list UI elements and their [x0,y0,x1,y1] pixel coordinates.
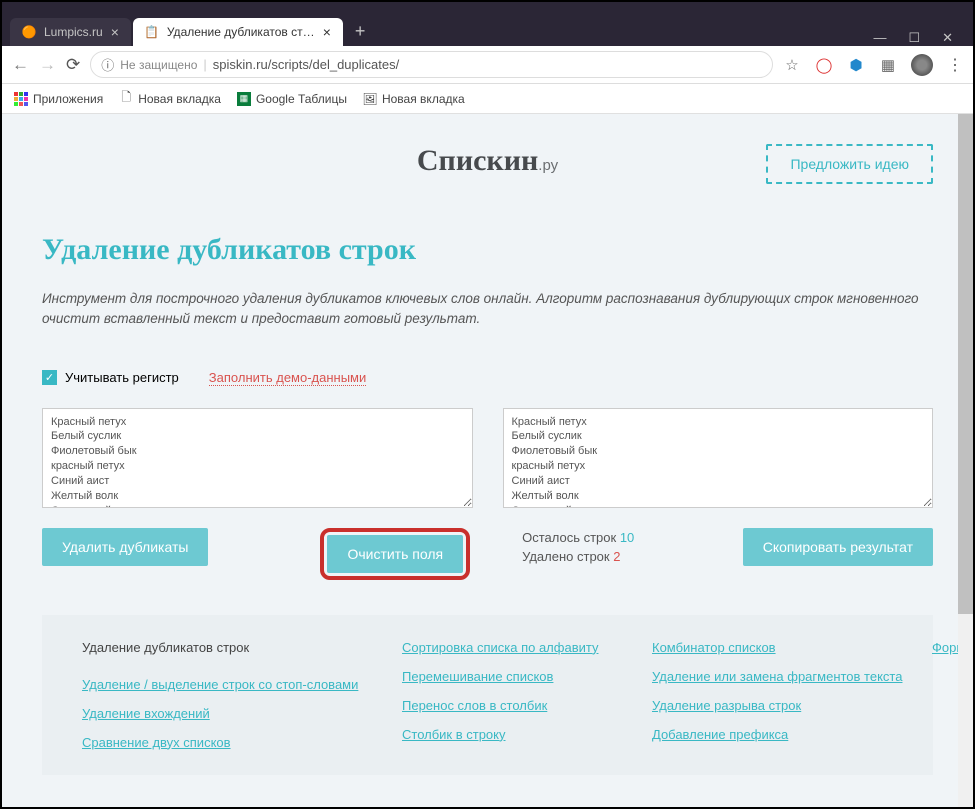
profile-avatar[interactable] [911,54,933,76]
tab-title: Удаление дубликатов строк - уд [167,25,315,39]
page-content: Спискин.ру Предложить идею Удаление дубл… [2,114,973,807]
bookmark-newtab-1[interactable]: 🗋 Новая вкладка [119,92,221,106]
footer-link[interactable]: Комбинатор списков [652,640,912,655]
case-label: Учитывать регистр [65,370,179,385]
star-icon[interactable]: ☆ [783,56,801,74]
demo-data-link[interactable]: Заполнить демо-данными [209,370,366,386]
bookmarks-bar: Приложения 🗋 Новая вкладка ▦ Google Табл… [2,84,973,114]
options-row: ✓ Учитывать регистр Заполнить демо-данны… [42,370,933,386]
buttons-row: Удалить дубликаты Очистить поля Осталось… [42,528,933,580]
minimize-icon[interactable]: — [873,30,886,46]
footer-link[interactable]: Удаление или замена фрагментов текста [652,669,912,684]
image-icon: 🖼 [363,92,377,106]
apps-button[interactable]: Приложения [14,92,103,106]
close-icon[interactable]: × [111,24,119,40]
footer-link[interactable]: Сортировка списка по алфавиту [402,640,632,655]
remove-duplicates-button[interactable]: Удалить дубликаты [42,528,208,566]
footer-link[interactable]: Перемешивание списков [402,669,632,684]
stats-block: Осталось строк 10 Удалено строк 2 [522,528,634,567]
adblock-icon[interactable]: ⬢ [847,56,865,74]
forward-button[interactable]: → [39,55,56,75]
footer-link[interactable]: Столбик в строку [402,727,632,742]
logo-main: Спискин [417,144,538,177]
footer-link[interactable]: Добавление префикса [652,727,912,742]
sheets-icon: ▦ [237,92,251,106]
tabs-row: 🟠 Lumpics.ru × 📋 Удаление дубликатов стр… [2,12,973,46]
page-header: Спискин.ру Предложить идею [42,144,933,178]
footer-link[interactable]: Перенос слов в столбик [402,698,632,713]
copy-result-button[interactable]: Скопировать результат [743,528,933,566]
titlebar [2,2,973,12]
stat-removed-label: Удалено строк [522,549,613,564]
page-icon: 🗋 [119,92,133,106]
highlight-annotation: Очистить поля [320,528,470,580]
window-controls: — ☐ ✕ [873,30,965,46]
page-title: Удаление дубликатов строк [42,233,933,267]
stat-removed-value: 2 [613,549,620,564]
stat-left-label: Осталось строк [522,530,620,545]
clear-fields-button[interactable]: Очистить поля [327,535,463,573]
footer-links: Удаление дубликатов строк Удаление / выд… [42,615,933,775]
footer-link[interactable]: Удаление вхождений [82,706,382,721]
tab-lumpics[interactable]: 🟠 Lumpics.ru × [10,18,131,46]
security-label: Не защищено [120,58,197,72]
menu-icon[interactable]: ⋮ [947,55,963,75]
bookmark-newtab-2[interactable]: 🖼 Новая вкладка [363,92,465,106]
case-checkbox-wrap[interactable]: ✓ Учитывать регистр [42,370,179,385]
footer-link[interactable]: Сравнение двух списков [82,735,382,750]
textareas-row [42,408,933,513]
address-bar: ← → ⟳ ⓘ Не защищено | spiskin.ru/scripts… [2,46,973,84]
output-textarea[interactable] [503,408,934,508]
new-tab-button[interactable]: + [345,17,376,46]
suggest-idea-button[interactable]: Предложить идею [766,144,933,184]
page-description: Инструмент для построчного удаления дубл… [42,289,933,330]
url-input[interactable]: ⓘ Не защищено | spiskin.ru/scripts/del_d… [90,51,773,78]
scrollbar[interactable] [958,114,973,807]
stat-left-value: 10 [620,530,634,545]
opera-icon[interactable]: ◯ [815,56,833,74]
apps-icon [14,92,28,106]
favicon-lumpics: 🟠 [22,25,36,39]
maximize-icon[interactable]: ☐ [908,30,920,46]
tab-title: Lumpics.ru [44,25,103,39]
input-textarea[interactable] [42,408,473,508]
extension-icon[interactable]: ▦ [879,56,897,74]
checkbox-checked-icon: ✓ [42,370,57,385]
info-icon: ⓘ [101,55,114,74]
favicon-spiskin: 📋 [145,25,159,39]
bookmark-sheets[interactable]: ▦ Google Таблицы [237,92,347,106]
footer-link[interactable]: Удаление разрыва строк [652,698,912,713]
logo[interactable]: Спискин.ру [417,144,558,178]
url-text: spiskin.ru/scripts/del_duplicates/ [213,57,399,72]
footer-link[interactable]: Удаление / выделение строк со стоп-слова… [82,677,382,692]
back-button[interactable]: ← [12,55,29,75]
logo-suffix: .ру [538,157,558,174]
close-icon[interactable]: × [323,24,331,40]
footer-heading: Удаление дубликатов строк [82,640,382,655]
reload-button[interactable]: ⟳ [66,55,80,75]
apps-label: Приложения [33,92,103,106]
tab-spiskin[interactable]: 📋 Удаление дубликатов строк - уд × [133,18,343,46]
close-window-icon[interactable]: ✕ [942,30,953,46]
